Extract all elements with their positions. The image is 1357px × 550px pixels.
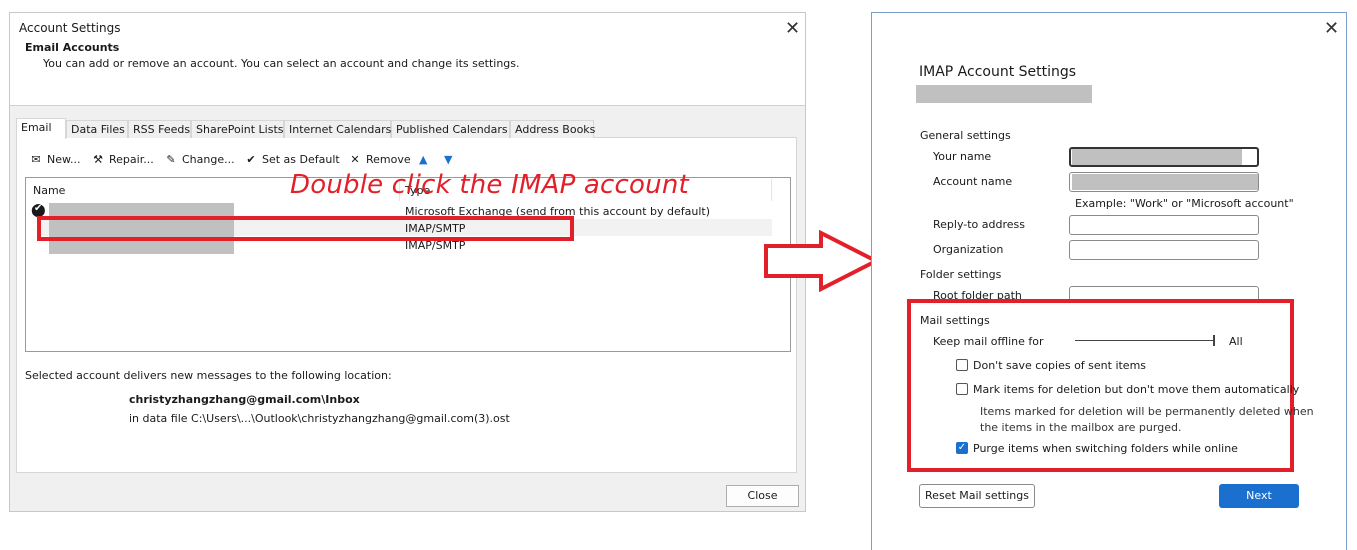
folder-settings-heading: Folder settings — [920, 268, 1002, 281]
account-name-label: Account name — [933, 175, 1013, 188]
mark-deletion-note: Items marked for deletion will be perman… — [980, 405, 1314, 418]
dont-save-sent-label: Don't save copies of sent items — [973, 359, 1147, 372]
purge-items-checkbox[interactable]: ✓ — [956, 442, 968, 454]
tab-email[interactable]: Email — [16, 118, 66, 139]
mail-settings-heading: Mail settings — [920, 314, 990, 327]
redacted-account — [1072, 174, 1258, 190]
email-accounts-subtitle: You can add or remove an account. You ca… — [43, 57, 520, 70]
col-divider — [771, 179, 772, 201]
reply-to-field[interactable] — [1069, 215, 1259, 235]
redacted-name — [1072, 149, 1242, 165]
general-settings-heading: General settings — [920, 129, 1011, 142]
change-button[interactable]: ✎ Change... — [163, 153, 234, 166]
checkmark-circle-icon: ✔ — [246, 153, 256, 166]
organization-field[interactable] — [1069, 240, 1259, 260]
move-up-icon[interactable]: ▲ — [419, 153, 427, 166]
right-arrow-icon — [764, 230, 881, 292]
delivery-file: in data file C:\Users\...\Outlook\christ… — [129, 412, 510, 425]
tab-data-files[interactable]: Data Files — [66, 120, 128, 138]
repair-button[interactable]: ⚒ Repair... — [90, 153, 154, 166]
account-name-field[interactable] — [1069, 172, 1259, 192]
set-default-button[interactable]: ✔ Set as Default — [243, 153, 339, 166]
tab-sharepoint-lists[interactable]: SharePoint Lists — [191, 120, 284, 138]
checkmark-icon: ✔ — [34, 203, 43, 214]
redacted-email — [916, 85, 1092, 103]
mask — [911, 303, 1290, 312]
next-button[interactable]: Next — [1219, 484, 1299, 508]
highlight-box — [37, 216, 574, 241]
move-down-icon[interactable]: ▼ — [444, 153, 452, 166]
delivery-label: Selected account delivers new messages t… — [25, 369, 392, 382]
organization-label: Organization — [933, 243, 1004, 256]
keep-offline-label: Keep mail offline for — [933, 335, 1044, 348]
edit-icon: ✎ — [166, 153, 176, 166]
mark-deletion-note: the items in the mailbox are purged. — [980, 421, 1182, 434]
new-mail-icon: ✉ — [31, 153, 41, 166]
close-button[interactable]: Close — [726, 485, 799, 507]
col-header-name[interactable]: Name — [33, 184, 65, 197]
offline-slider-track[interactable] — [1075, 340, 1214, 341]
delivery-folder: christyzhangzhang@gmail.com\Inbox — [129, 393, 360, 406]
annotation-text: Double click the IMAP account — [290, 170, 689, 200]
account-name-example: Example: "Work" or "Microsoft account" — [1075, 197, 1294, 210]
tab-strip: Email Data Files RSS Feeds SharePoint Li… — [16, 118, 816, 140]
reset-mail-settings-button[interactable]: Reset Mail settings — [919, 484, 1035, 508]
wrench-icon: ⚒ — [93, 153, 103, 166]
your-name-label: Your name — [933, 150, 992, 163]
your-name-field[interactable] — [1069, 147, 1259, 167]
email-accounts-heading: Email Accounts — [25, 41, 120, 54]
dialog-title: Account Settings — [19, 21, 121, 35]
tab-published-calendars[interactable]: Published Calendars — [391, 120, 510, 138]
close-icon[interactable]: ✕ — [785, 20, 800, 38]
tab-rss-feeds[interactable]: RSS Feeds — [128, 120, 191, 138]
reply-to-label: Reply-to address — [933, 218, 1025, 231]
tab-address-books[interactable]: Address Books — [510, 120, 595, 138]
new-button[interactable]: ✉ New... — [28, 153, 80, 166]
offline-slider-value: All — [1229, 335, 1243, 348]
remove-button[interactable]: ✕ Remove — [347, 153, 410, 166]
mark-deletion-checkbox[interactable] — [956, 383, 968, 395]
header-band — [10, 45, 805, 106]
dont-save-sent-checkbox[interactable] — [956, 359, 968, 371]
mark-deletion-label: Mark items for deletion but don't move t… — [973, 383, 1300, 396]
title-bar: Account Settings ✕ — [10, 13, 805, 45]
purge-items-label: Purge items when switching folders while… — [973, 442, 1238, 455]
tab-internet-calendars[interactable]: Internet Calendars — [284, 120, 391, 138]
x-icon: ✕ — [350, 153, 360, 166]
offline-slider-thumb[interactable] — [1213, 335, 1215, 346]
dialog-title: IMAP Account Settings — [919, 64, 1077, 80]
close-icon[interactable]: ✕ — [1324, 20, 1339, 38]
